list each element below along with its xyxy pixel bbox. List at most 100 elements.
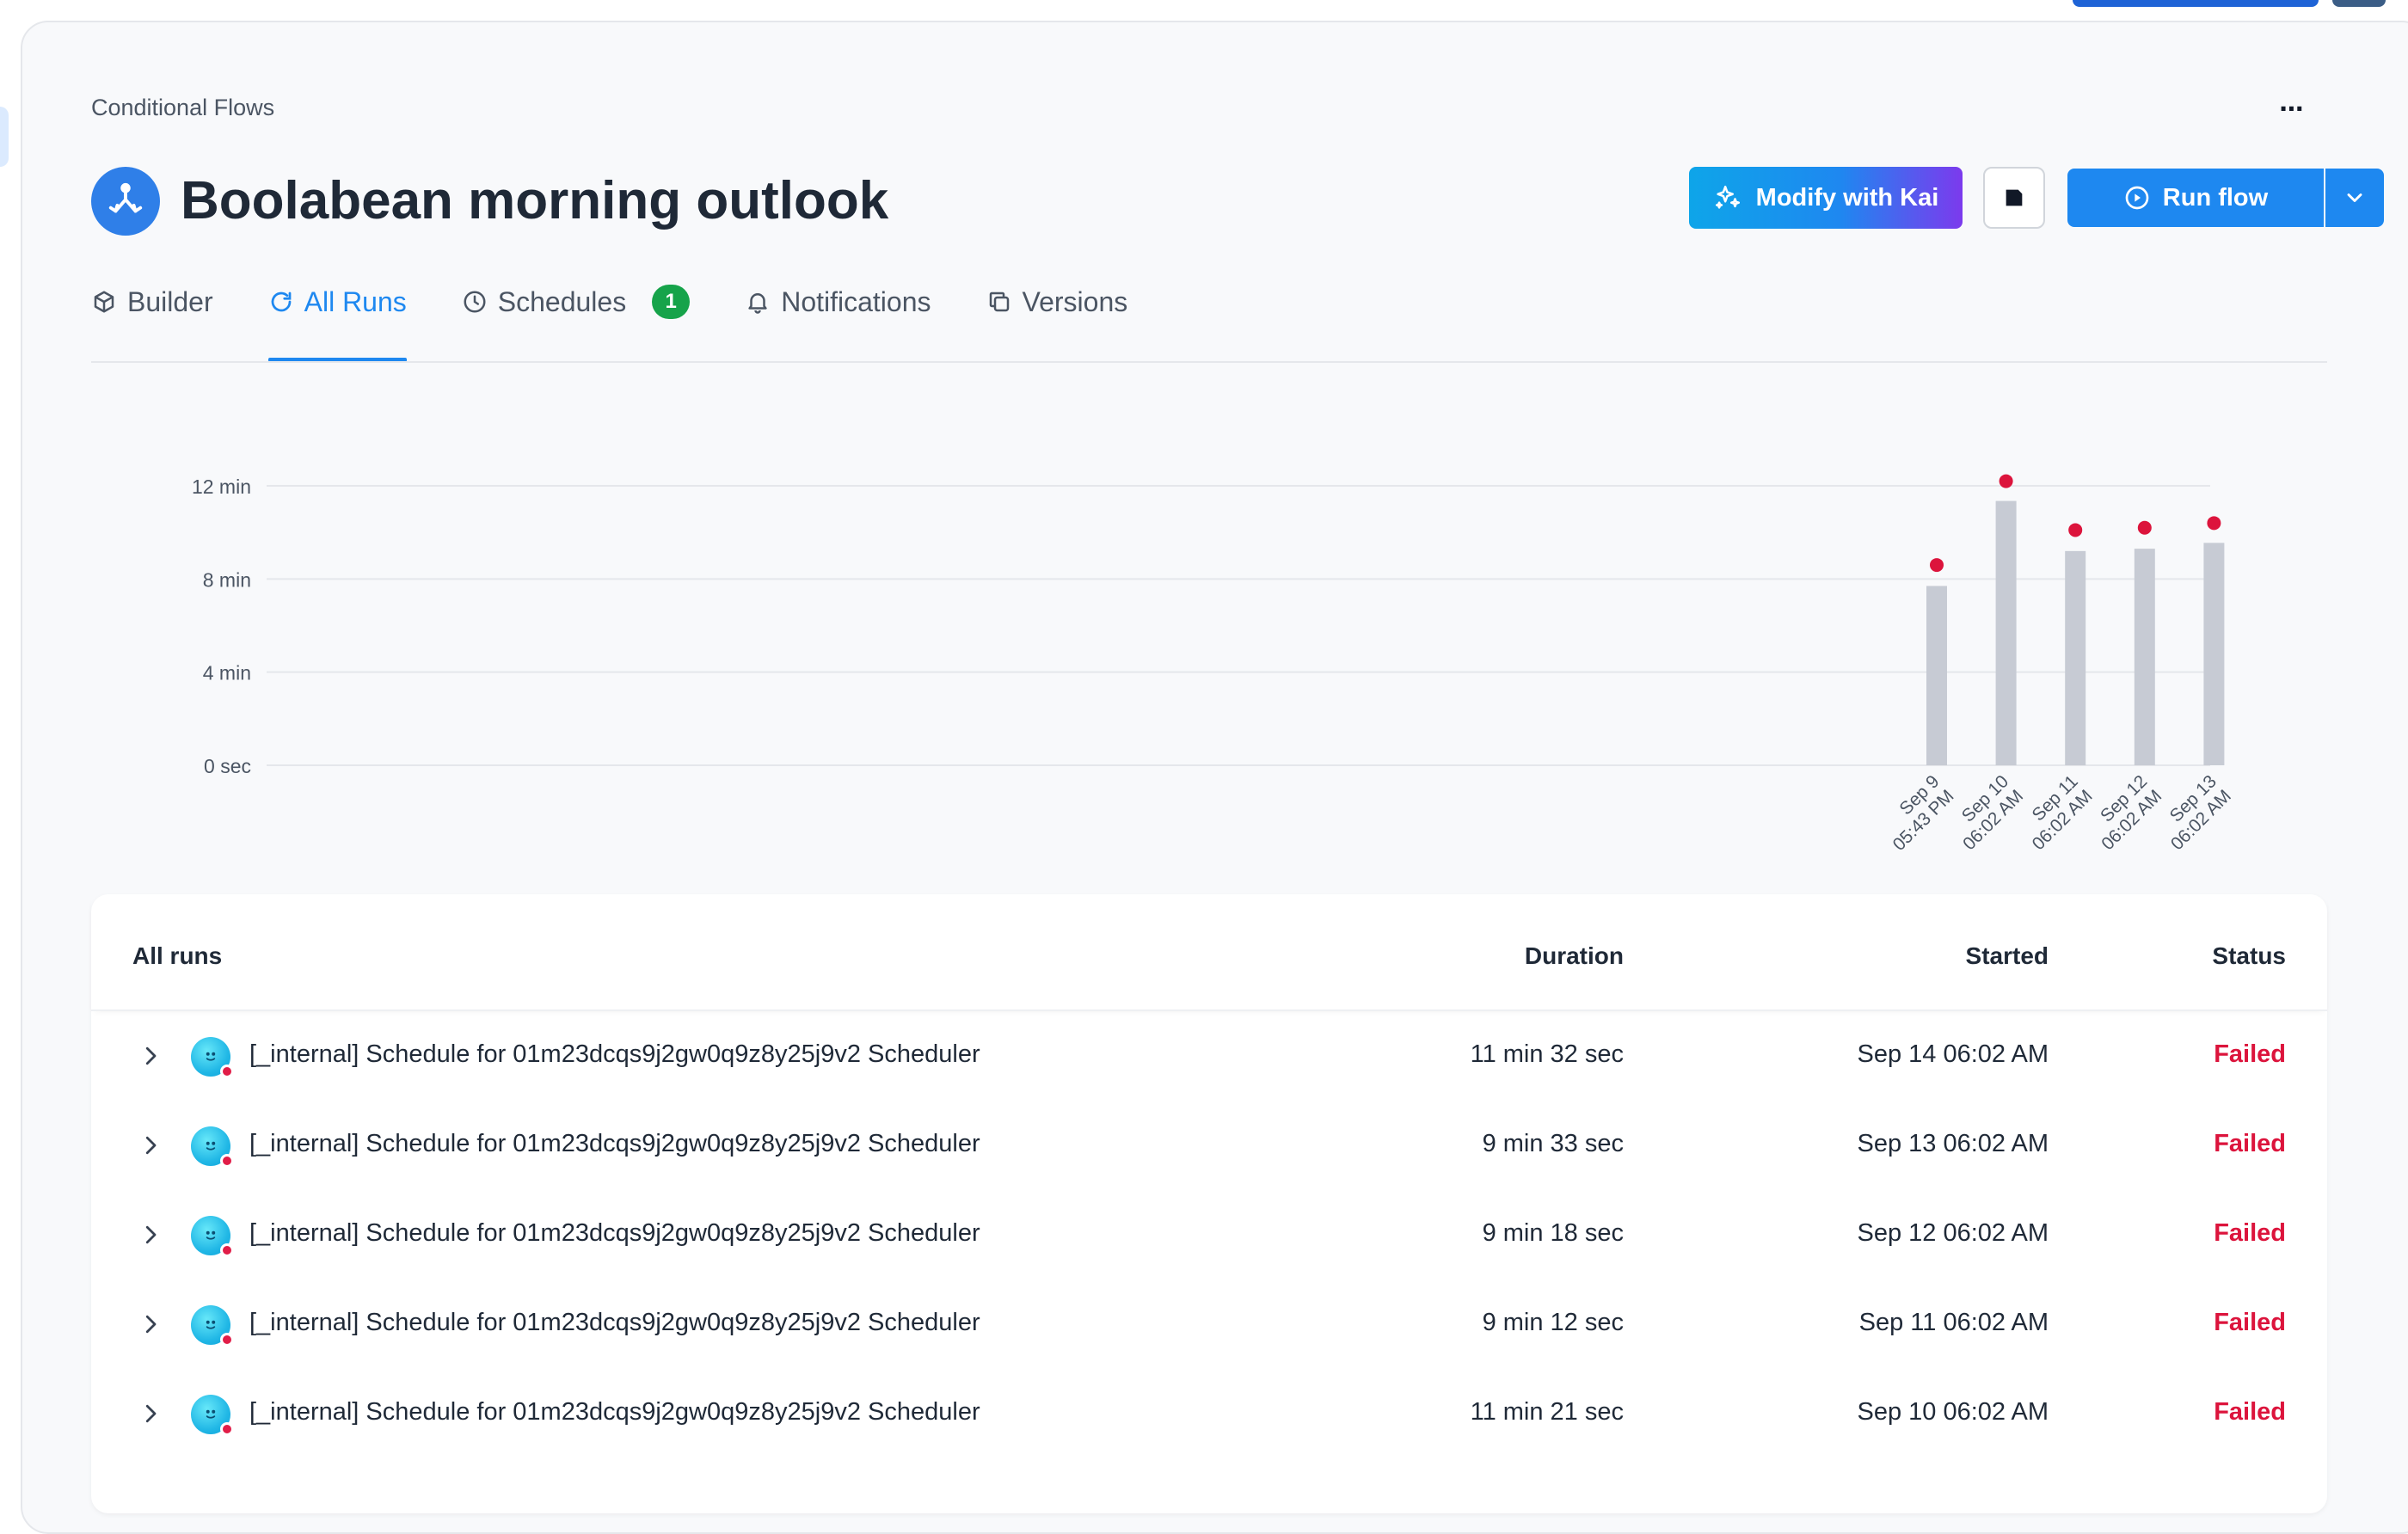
column-header-started[interactable]: Started bbox=[1966, 942, 2049, 970]
tab-notifications-label: Notifications bbox=[781, 285, 931, 317]
column-header-status[interactable]: Status bbox=[2212, 942, 2286, 970]
failed-marker bbox=[2207, 516, 2221, 531]
flow-icon bbox=[91, 167, 160, 236]
play-circle-icon bbox=[2125, 186, 2149, 210]
save-icon bbox=[2006, 189, 2023, 206]
tab-notifications[interactable]: Notifications bbox=[745, 280, 931, 323]
failed-status-dot bbox=[220, 1422, 234, 1436]
table-row[interactable]: [_internal] Schedule for 01m23dcqs9j2gw0… bbox=[91, 1190, 2327, 1279]
run-started: Sep 10 06:02 AM bbox=[1857, 1398, 2049, 1426]
failed-status-dot bbox=[220, 1154, 234, 1168]
table-row[interactable]: [_internal] Schedule for 01m23dcqs9j2gw0… bbox=[91, 1011, 2327, 1101]
duration-bar bbox=[2134, 549, 2155, 765]
tab-schedules-label: Schedules bbox=[497, 285, 627, 317]
failed-marker bbox=[2137, 520, 2152, 535]
clock-icon bbox=[464, 291, 486, 313]
top-action-button[interactable] bbox=[2073, 0, 2319, 7]
failed-marker bbox=[1930, 558, 1944, 573]
duration-bar bbox=[2065, 550, 2086, 765]
tab-schedules[interactable]: Schedules 1 bbox=[462, 280, 691, 323]
column-header-all-runs: All runs bbox=[132, 942, 223, 969]
run-avatar bbox=[191, 1126, 234, 1168]
run-flow-button[interactable]: Run flow bbox=[2067, 169, 2324, 227]
runs-table-header: All runs Duration Started Status bbox=[91, 894, 2327, 1011]
y-tick-label: 8 min bbox=[203, 568, 251, 591]
run-duration: 9 min 18 sec bbox=[1482, 1219, 1624, 1247]
table-row[interactable]: [_internal] Schedule for 01m23dcqs9j2gw0… bbox=[91, 1279, 2327, 1369]
chevron-right-icon[interactable] bbox=[138, 1219, 163, 1250]
runs-table-body: [_internal] Schedule for 01m23dcqs9j2gw0… bbox=[91, 1011, 2327, 1458]
table-row[interactable]: [_internal] Schedule for 01m23dcqs9j2gw0… bbox=[91, 1369, 2327, 1458]
run-duration: 11 min 32 sec bbox=[1470, 1040, 1624, 1068]
run-duration: 9 min 33 sec bbox=[1482, 1130, 1624, 1157]
x-tick-label: Sep 1406:02 AM bbox=[2222, 771, 2236, 854]
chevron-right-icon[interactable] bbox=[138, 1309, 163, 1340]
run-started: Sep 12 06:02 AM bbox=[1857, 1219, 2049, 1247]
run-name[interactable]: [_internal] Schedule for 01m23dcqs9j2gw0… bbox=[249, 1219, 980, 1248]
bell-icon bbox=[748, 293, 767, 314]
duration-bar bbox=[2203, 543, 2225, 765]
failed-status-dot bbox=[220, 1065, 234, 1078]
x-tick-label: Sep 905:43 PM bbox=[1875, 771, 1958, 855]
run-flow-label: Run flow bbox=[2162, 183, 2269, 212]
y-tick-label: 0 sec bbox=[204, 755, 251, 777]
failed-status-dot bbox=[220, 1333, 234, 1347]
y-tick-label: 12 min bbox=[192, 476, 251, 498]
failed-marker bbox=[1999, 474, 2013, 488]
column-header-duration[interactable]: Duration bbox=[1525, 942, 1624, 970]
tab-builder[interactable]: Builder bbox=[91, 280, 213, 323]
run-duration: 11 min 21 sec bbox=[1470, 1398, 1624, 1426]
duration-bar bbox=[1926, 586, 1947, 765]
modify-with-kai-button[interactable]: Modify with Kai bbox=[1689, 167, 1963, 229]
tab-bar: Builder All Runs Schedules 1 Notificatio… bbox=[91, 280, 1182, 363]
run-duration: 9 min 12 sec bbox=[1482, 1309, 1624, 1336]
schedules-count-badge: 1 bbox=[652, 285, 691, 319]
modify-with-kai-label: Modify with Kai bbox=[1755, 183, 1939, 212]
sidebar-edge[interactable] bbox=[0, 107, 9, 167]
run-name[interactable]: [_internal] Schedule for 01m23dcqs9j2gw0… bbox=[249, 1309, 980, 1337]
x-tick-label: Sep 1206:02 AM bbox=[2083, 771, 2165, 854]
x-tick-label: Sep 1006:02 AM bbox=[1944, 771, 2027, 854]
tab-divider bbox=[91, 361, 2327, 363]
run-duration-chart: 0 sec 4 min 8 min 12 min Sep 905:43 PM Sep 10… bbox=[192, 474, 2236, 855]
tab-all-runs-label: All Runs bbox=[304, 285, 407, 317]
user-avatar[interactable] bbox=[2332, 0, 2386, 7]
run-name[interactable]: [_internal] Schedule for 01m23dcqs9j2gw0… bbox=[249, 1130, 980, 1158]
run-status: Failed bbox=[2214, 1040, 2286, 1068]
run-avatar bbox=[191, 1216, 234, 1257]
failed-marker bbox=[2068, 523, 2083, 537]
sparkle-icon bbox=[1715, 185, 1740, 209]
page-title: Boolabean morning outlook bbox=[181, 171, 889, 230]
chevron-right-icon[interactable] bbox=[138, 1040, 163, 1071]
more-options-button[interactable]: ⋯ bbox=[2270, 89, 2313, 127]
run-started: Sep 11 06:02 AM bbox=[1858, 1309, 2049, 1336]
run-name[interactable]: [_internal] Schedule for 01m23dcqs9j2gw0… bbox=[249, 1398, 980, 1427]
run-status: Failed bbox=[2214, 1398, 2286, 1426]
run-started: Sep 13 06:02 AM bbox=[1857, 1130, 2049, 1157]
tab-all-runs[interactable]: All Runs bbox=[267, 280, 407, 362]
y-tick-label: 4 min bbox=[203, 662, 251, 684]
tab-versions-label: Versions bbox=[1022, 285, 1128, 317]
failed-status-dot bbox=[220, 1243, 234, 1257]
run-started: Sep 14 06:02 AM bbox=[1857, 1040, 2049, 1068]
breadcrumb[interactable]: Conditional Flows bbox=[91, 95, 274, 121]
x-tick-label: Sep 1106:02 AM bbox=[2014, 771, 2097, 854]
save-button[interactable] bbox=[1983, 167, 2045, 229]
run-flow-dropdown[interactable] bbox=[2325, 169, 2384, 227]
run-status: Failed bbox=[2214, 1219, 2286, 1247]
duration-bar bbox=[1995, 500, 2017, 765]
runs-table: All runs Duration Started Status [_inter… bbox=[91, 894, 2327, 1513]
x-tick-label: Sep 1306:02 AM bbox=[2153, 771, 2235, 854]
run-avatar bbox=[191, 1037, 234, 1078]
run-status: Failed bbox=[2214, 1309, 2286, 1336]
run-avatar bbox=[191, 1305, 234, 1347]
tab-versions[interactable]: Versions bbox=[986, 280, 1128, 323]
chevron-down-icon bbox=[2347, 193, 2362, 202]
run-name[interactable]: [_internal] Schedule for 01m23dcqs9j2gw0… bbox=[249, 1040, 980, 1069]
refresh-icon bbox=[271, 291, 291, 312]
copy-icon bbox=[989, 291, 1009, 312]
run-status: Failed bbox=[2214, 1130, 2286, 1157]
table-row[interactable]: [_internal] Schedule for 01m23dcqs9j2gw0… bbox=[91, 1101, 2327, 1190]
chevron-right-icon[interactable] bbox=[138, 1130, 163, 1161]
chevron-right-icon[interactable] bbox=[138, 1398, 163, 1429]
